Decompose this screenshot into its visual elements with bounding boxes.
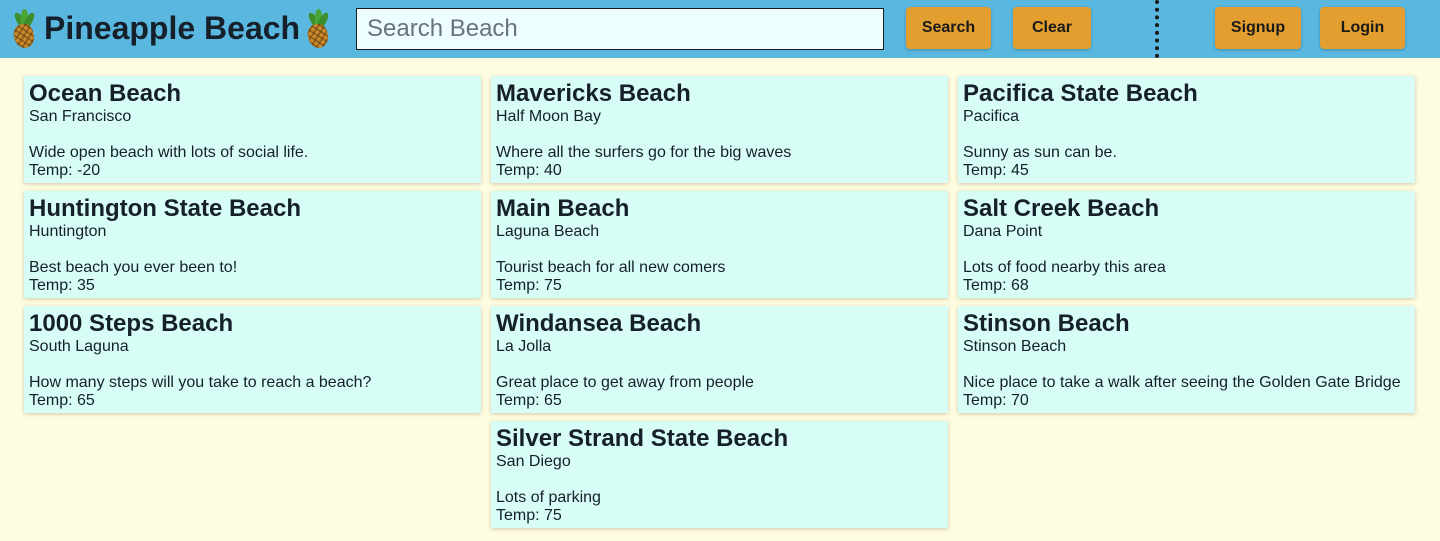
beach-temp: Temp: -20 xyxy=(29,162,101,179)
beach-description: How many steps will you take to reach a … xyxy=(29,374,372,391)
pineapple-icon xyxy=(10,9,40,50)
nav-divider xyxy=(1155,0,1159,58)
beach-temp: Temp: 65 xyxy=(29,392,95,409)
beach-name: Ocean Beach xyxy=(29,80,182,107)
beach-description: Tourist beach for all new comers xyxy=(496,259,726,276)
beach-name: Mavericks Beach xyxy=(496,80,691,107)
beach-temp: Temp: 75 xyxy=(496,277,562,294)
beach-column: Pacifica State Beach Pacifica Sunny as s… xyxy=(958,76,1415,421)
beach-card[interactable]: Main Beach Laguna Beach Tourist beach fo… xyxy=(491,191,948,298)
beach-card[interactable]: 1000 Steps Beach South Laguna How many s… xyxy=(24,306,481,413)
beach-location: Half Moon Bay xyxy=(496,108,601,125)
beach-temp: Temp: 70 xyxy=(963,392,1029,409)
pineapple-icon xyxy=(304,9,334,50)
beach-location: South Laguna xyxy=(29,338,129,355)
beach-card[interactable]: Stinson Beach Stinson Beach Nice place t… xyxy=(958,306,1415,413)
beach-description: Wide open beach with lots of social life… xyxy=(29,144,309,161)
beach-description: Sunny as sun can be. xyxy=(963,144,1117,161)
beach-name: Silver Strand State Beach xyxy=(496,425,789,452)
beach-location: San Francisco xyxy=(29,108,132,125)
beach-temp: Temp: 35 xyxy=(29,277,95,294)
beach-temp: Temp: 65 xyxy=(496,392,562,409)
beach-name: 1000 Steps Beach xyxy=(29,310,234,337)
beach-card[interactable]: Salt Creek Beach Dana Point Lots of food… xyxy=(958,191,1415,298)
beach-location: San Diego xyxy=(496,453,571,470)
beach-location: Pacifica xyxy=(963,108,1020,125)
beach-description: Lots of food nearby this area xyxy=(963,259,1166,276)
beach-location: La Jolla xyxy=(496,338,552,355)
login-button[interactable]: Login xyxy=(1320,7,1405,49)
beach-location: Laguna Beach xyxy=(496,223,600,240)
beach-location: Dana Point xyxy=(963,223,1043,240)
beach-description: Great place to get away from people xyxy=(496,374,754,391)
beach-temp: Temp: 45 xyxy=(963,162,1029,179)
top-nav-bar: Pineapple Beach Search Clear Signup Logi… xyxy=(0,0,1440,58)
beach-card[interactable]: Huntington State Beach Huntington Best b… xyxy=(24,191,481,298)
beach-name: Pacifica State Beach xyxy=(963,80,1198,107)
beach-name: Huntington State Beach xyxy=(29,195,302,222)
brand-logo[interactable]: Pineapple Beach xyxy=(10,6,334,50)
beach-description: Where all the surfers go for the big wav… xyxy=(496,144,792,161)
beach-name: Stinson Beach xyxy=(963,310,1130,337)
beach-column: Ocean Beach San Francisco Wide open beac… xyxy=(24,76,481,421)
signup-button[interactable]: Signup xyxy=(1215,7,1301,49)
beach-card[interactable]: Windansea Beach La Jolla Great place to … xyxy=(491,306,948,413)
beach-description: Best beach you ever been to! xyxy=(29,259,238,276)
beach-card[interactable]: Pacifica State Beach Pacifica Sunny as s… xyxy=(958,76,1415,183)
beach-column: Mavericks Beach Half Moon Bay Where all … xyxy=(491,76,948,536)
beach-description: Nice place to take a walk after seeing t… xyxy=(963,374,1401,391)
beach-location: Huntington xyxy=(29,223,107,240)
beach-temp: Temp: 40 xyxy=(496,162,562,179)
site-title: Pineapple Beach xyxy=(44,9,301,46)
search-button[interactable]: Search xyxy=(906,7,991,49)
beach-card[interactable]: Ocean Beach San Francisco Wide open beac… xyxy=(24,76,481,183)
beach-name: Salt Creek Beach xyxy=(963,195,1160,222)
beach-description: Lots of parking xyxy=(496,489,601,506)
beach-card[interactable]: Mavericks Beach Half Moon Bay Where all … xyxy=(491,76,948,183)
beach-card[interactable]: Silver Strand State Beach San Diego Lots… xyxy=(491,421,948,528)
beach-temp: Temp: 75 xyxy=(496,507,562,524)
beach-temp: Temp: 68 xyxy=(963,277,1029,294)
beach-name: Main Beach xyxy=(496,195,630,222)
beach-name: Windansea Beach xyxy=(496,310,702,337)
search-input[interactable] xyxy=(356,8,884,50)
beach-location: Stinson Beach xyxy=(963,338,1067,355)
clear-button[interactable]: Clear xyxy=(1013,7,1091,49)
